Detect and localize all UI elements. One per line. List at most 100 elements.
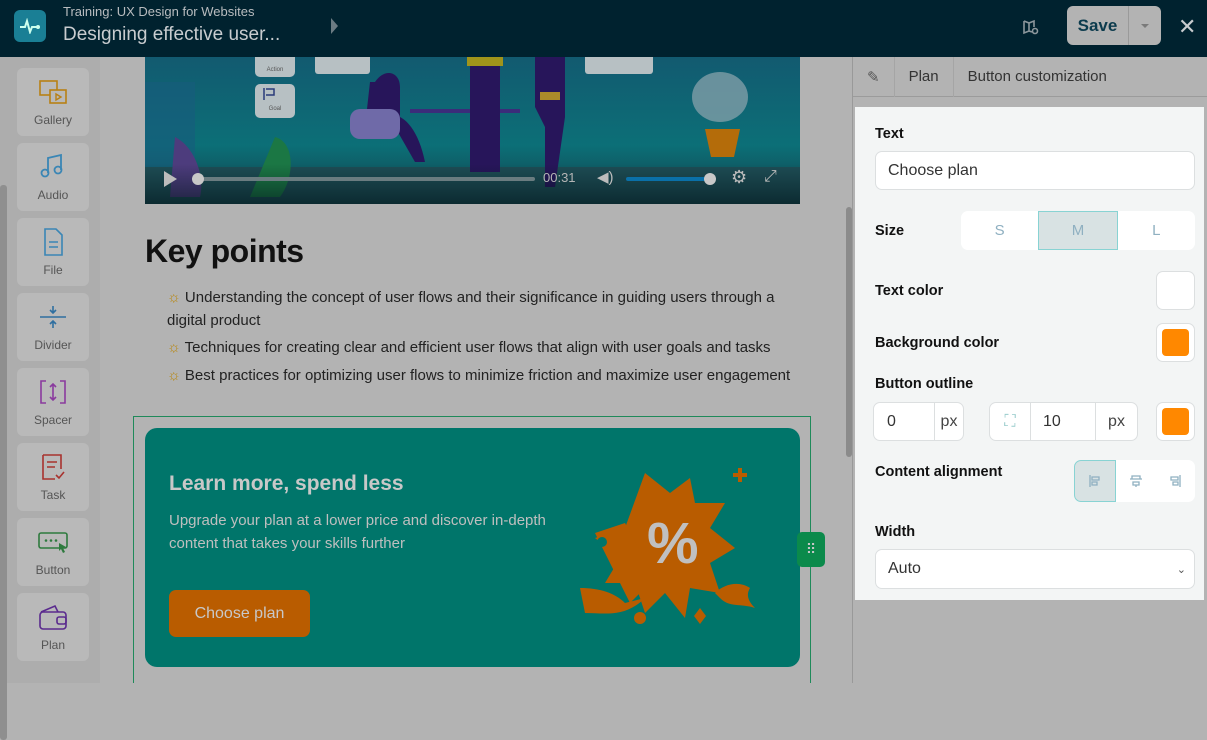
music-note-icon [40, 153, 63, 178]
sidebar-item-label: Task [40, 488, 66, 502]
list-item: ☼ Best practices for optimizing user flo… [167, 365, 807, 388]
gallery-icon [39, 80, 67, 104]
video-time: 00:31 [543, 170, 576, 185]
video-player[interactable]: Action Goal 00:31 ◀) ⚙ ⤢ [145, 57, 800, 204]
sidebar-item-button[interactable]: Button [17, 518, 89, 586]
align-left-icon[interactable] [1074, 460, 1116, 502]
spacer-icon [40, 380, 66, 404]
sun-icon: ☼ [167, 366, 185, 384]
button-icon [38, 532, 68, 553]
list-item: ☼ Techniques for creating clear and effi… [167, 337, 807, 360]
outline-width-input[interactable]: 0 px [873, 402, 964, 441]
sidebar-item-plan[interactable]: Plan [17, 593, 89, 661]
sidebar-item-task[interactable]: Task [17, 443, 89, 511]
size-option-l[interactable]: L [1118, 211, 1195, 250]
button-outline-label: Button outline [875, 376, 974, 392]
sun-icon: ☼ [167, 289, 185, 306]
list-item-text: Techniques for creating clear and effici… [184, 339, 771, 356]
breadcrumb: ✎ Plan Button customization [853, 56, 1207, 97]
sidebar-item-label: Gallery [33, 113, 72, 127]
discount-badge-icon: % [580, 468, 755, 624]
sun-icon: ☼ [167, 339, 185, 356]
sidebar-item-label: Audio [37, 188, 69, 202]
lesson-editor: Action Goal 00:31 ◀) ⚙ ⤢ Key points ☼ Un… [100, 57, 852, 683]
block-sidebar: Gallery Audio File Divider Spacer Task B… [0, 57, 100, 740]
background-color-label: Background color [875, 335, 1000, 351]
course-title: Training: UX Design for Websites [63, 4, 255, 19]
alignment-selector [1074, 460, 1195, 502]
play-icon[interactable] [164, 171, 177, 187]
width-select-value: Auto [888, 560, 921, 577]
sidebar-scrollbar[interactable] [0, 185, 7, 740]
fullscreen-icon[interactable]: ⤢ [764, 168, 777, 186]
volume-slider[interactable] [626, 177, 711, 181]
lesson-title[interactable]: Designing effective user... [63, 24, 280, 46]
list-item-text: Understanding the concept of user flows … [167, 289, 775, 329]
unit-label: px [1095, 403, 1137, 440]
properties-panel: ✎ Plan Button customization Text Choose … [852, 56, 1207, 683]
file-icon [44, 228, 63, 256]
section-heading[interactable]: Key points [145, 233, 304, 270]
button-customization-form: Text Choose plan Size S M L Text color B… [855, 107, 1204, 600]
top-bar: Training: UX Design for Websites Designi… [0, 0, 1207, 57]
width-label: Width [875, 524, 916, 540]
size-label: Size [875, 223, 905, 239]
progress-thumb[interactable] [192, 173, 204, 185]
close-icon[interactable]: ✕ [1178, 14, 1196, 40]
text-color-swatch[interactable] [1156, 271, 1195, 310]
progress-track[interactable] [198, 177, 535, 181]
list-item: ☼ Understanding the concept of user flow… [167, 287, 807, 332]
plan-card-title: Learn more, spend less [169, 472, 404, 495]
align-center-icon[interactable] [1116, 460, 1156, 502]
volume-thumb[interactable] [704, 173, 716, 185]
video-controls [145, 164, 800, 204]
size-option-m[interactable]: M [1038, 211, 1118, 250]
outline-width-value[interactable]: 0 [874, 413, 934, 431]
sidebar-item-file[interactable]: File [17, 218, 89, 286]
outline-radius-value[interactable]: 10 [1031, 413, 1095, 431]
settings-gear-icon[interactable]: ⚙ [731, 167, 747, 188]
key-points-list[interactable]: ☼ Understanding the concept of user flow… [167, 287, 807, 392]
button-text-input[interactable]: Choose plan [875, 151, 1195, 190]
sidebar-item-label: File [43, 263, 63, 277]
background-color-swatch[interactable] [1156, 323, 1195, 362]
plan-card[interactable]: Learn more, spend less Upgrade your plan… [145, 428, 800, 667]
choose-plan-button[interactable]: Choose plan [169, 590, 310, 637]
app-logo-icon [14, 10, 46, 42]
expand-arrow-icon[interactable] [331, 18, 338, 34]
outline-color-swatch[interactable] [1156, 402, 1195, 441]
outline-radius-input[interactable]: ⛶ 10 px [989, 402, 1138, 441]
drag-handle-icon[interactable]: ⠿ [797, 532, 825, 567]
save-options-dropdown[interactable] [1129, 6, 1161, 45]
text-label: Text [875, 126, 904, 142]
divider-icon [40, 306, 66, 328]
breadcrumb-plan[interactable]: Plan [895, 56, 954, 97]
content-alignment-label: Content alignment [875, 464, 1003, 480]
chevron-down-icon [1141, 23, 1149, 28]
sidebar-item-label: Spacer [33, 413, 73, 427]
sidebar-item-audio[interactable]: Audio [17, 143, 89, 211]
video-overlay-label-action: Action [266, 67, 284, 73]
sidebar-item-spacer[interactable]: Spacer [17, 368, 89, 436]
sidebar-item-divider[interactable]: Divider [17, 293, 89, 361]
list-item-text: Best practices for optimizing user flows… [184, 366, 791, 384]
save-button-group: Save [1067, 6, 1161, 45]
volume-icon[interactable]: ◀) [597, 168, 614, 186]
text-color-label: Text color [875, 283, 944, 299]
unit-label: px [934, 403, 963, 440]
align-right-icon[interactable] [1155, 460, 1195, 502]
svg-text:%: % [647, 511, 699, 576]
chevron-down-icon: ⌄ [1176, 563, 1186, 576]
book-search-icon[interactable] [1022, 18, 1040, 36]
sidebar-item-label: Plan [40, 638, 66, 652]
sidebar-item-gallery[interactable]: Gallery [17, 68, 89, 136]
wallet-icon [39, 604, 67, 630]
tools-icon[interactable]: ✎ [853, 56, 895, 97]
sidebar-item-label: Button [35, 563, 71, 577]
video-overlay-label-goal: Goal [268, 106, 282, 112]
width-select[interactable]: Auto ⌄ [875, 549, 1195, 589]
save-button[interactable]: Save [1067, 6, 1129, 45]
size-option-s[interactable]: S [961, 211, 1038, 250]
sidebar-item-label: Divider [34, 338, 72, 352]
breadcrumb-button-customization: Button customization [967, 68, 1107, 85]
